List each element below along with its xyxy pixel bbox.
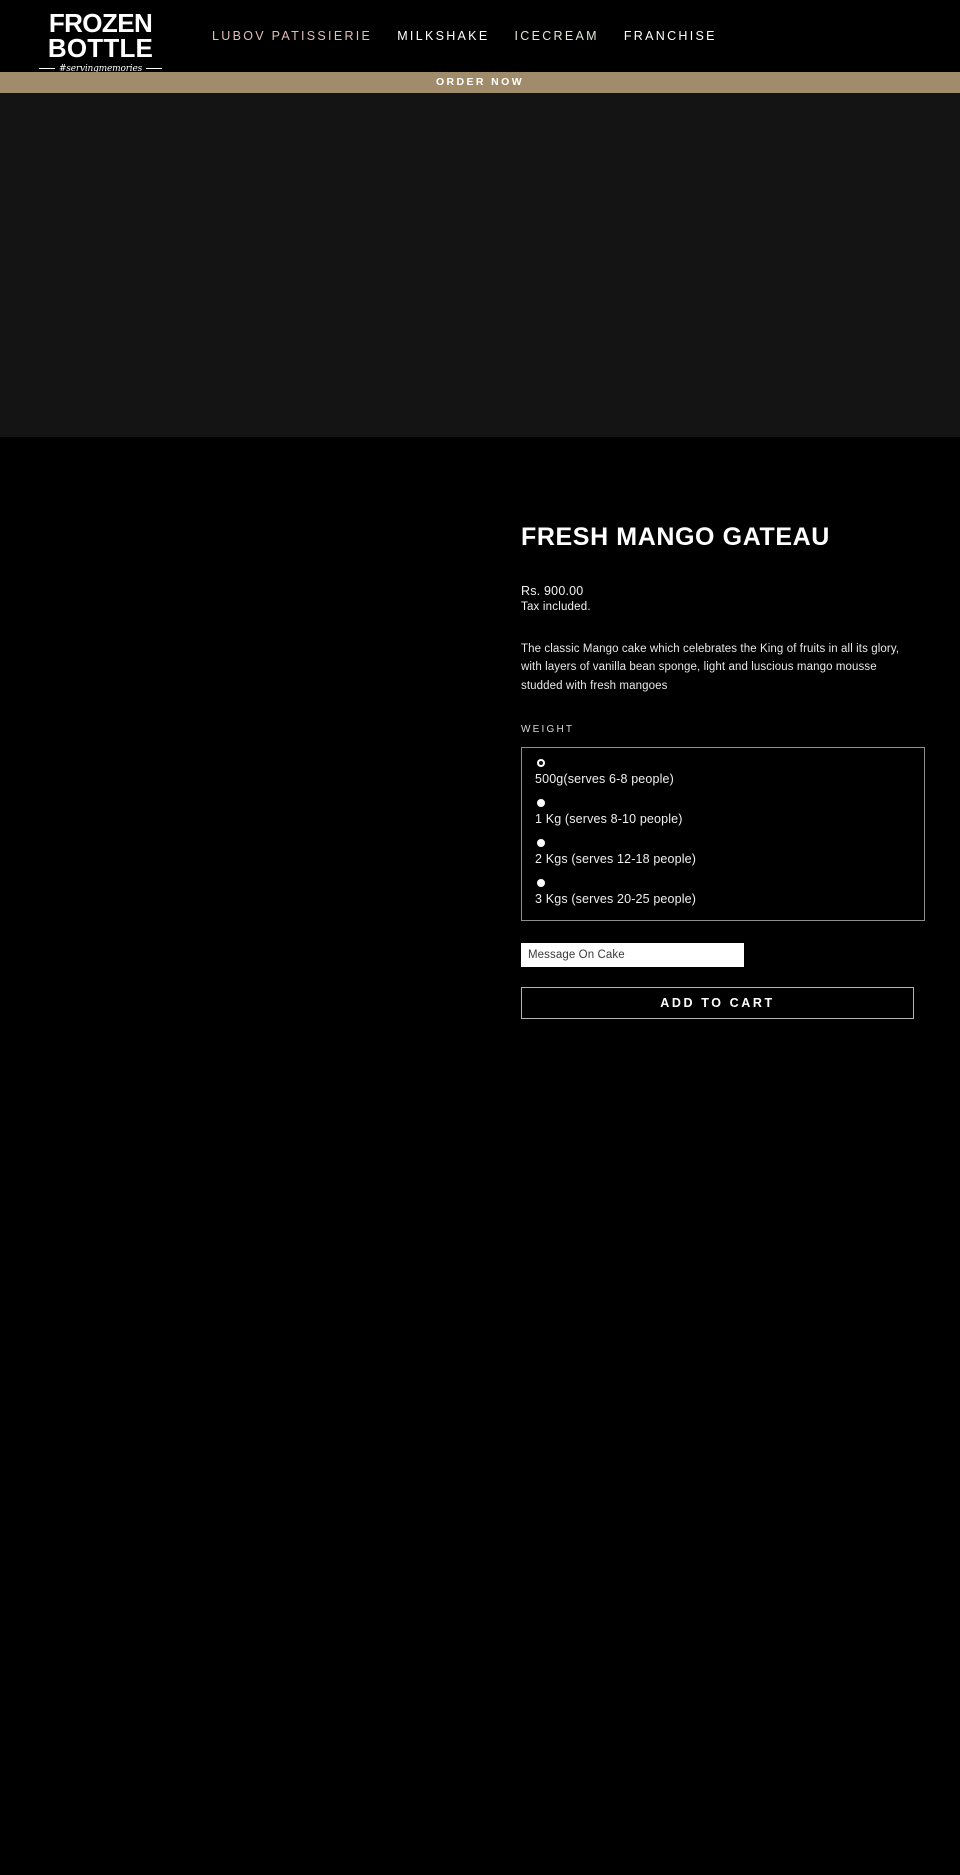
message-on-cake-input[interactable] — [521, 943, 744, 968]
product-section: FRESH MANGO GATEAU Rs. 900.00 Tax includ… — [0, 437, 960, 1020]
radio-icon[interactable] — [537, 839, 545, 848]
product-info: FRESH MANGO GATEAU Rs. 900.00 Tax includ… — [521, 523, 929, 1020]
logo-line-two: BOTTLE — [47, 32, 154, 63]
weight-option-label: 1 Kg (serves 8-10 people) — [535, 812, 683, 827]
nav-item-lubov-patissierie[interactable]: LUBOV PATISSIERIE — [212, 29, 372, 43]
site-header: FROZEN BOTTLE #servingmemories LUBOV PAT… — [0, 0, 960, 74]
main-navigation: LUBOV PATISSIERIE MILKSHAKE ICECREAM FRA… — [212, 0, 717, 72]
weight-option-2kgs[interactable]: 2 Kgs (serves 12-18 people) — [535, 839, 911, 867]
product-page: FROZEN BOTTLE #servingmemories LUBOV PAT… — [0, 0, 960, 1875]
product-title: FRESH MANGO GATEAU — [521, 523, 830, 551]
weight-option-label: 3 Kgs (serves 20-25 people) — [535, 892, 697, 907]
product-description: The classic Mango cake which celebrates … — [521, 642, 900, 692]
radio-icon-selected[interactable] — [537, 759, 545, 768]
weight-option-group: 500g(serves 6-8 people) 1 Kg (serves 8-1… — [521, 747, 925, 922]
logo-rule-right — [146, 68, 163, 69]
weight-option-500g[interactable]: 500g(serves 6-8 people) — [535, 759, 911, 787]
weight-option-label: WEIGHT — [521, 724, 575, 736]
weight-option-1kg[interactable]: 1 Kg (serves 8-10 people) — [535, 799, 911, 827]
logo-rule-left — [38, 68, 55, 69]
nav-item-franchise[interactable]: FRANCHISE — [624, 29, 717, 43]
order-now-label: ORDER NOW — [435, 76, 525, 89]
hero-product-image — [0, 93, 960, 437]
order-now-banner[interactable]: ORDER NOW — [0, 72, 960, 93]
radio-icon[interactable] — [537, 799, 545, 808]
logo-line-one: FROZEN — [48, 7, 153, 38]
tax-note: Tax included. — [521, 600, 591, 613]
add-to-cart-button[interactable]: ADD TO CART — [521, 987, 914, 1020]
weight-option-label: 500g(serves 6-8 people) — [535, 772, 674, 787]
radio-icon[interactable] — [537, 879, 545, 888]
product-price: Rs. 900.00 — [521, 583, 584, 598]
nav-item-icecream[interactable]: ICECREAM — [514, 29, 598, 43]
site-logo[interactable]: FROZEN BOTTLE #servingmemories — [33, 4, 168, 80]
nav-item-milkshake[interactable]: MILKSHAKE — [397, 29, 489, 43]
weight-option-label: 2 Kgs (serves 12-18 people) — [535, 852, 697, 867]
weight-option-3kgs[interactable]: 3 Kgs (serves 20-25 people) — [535, 879, 911, 907]
